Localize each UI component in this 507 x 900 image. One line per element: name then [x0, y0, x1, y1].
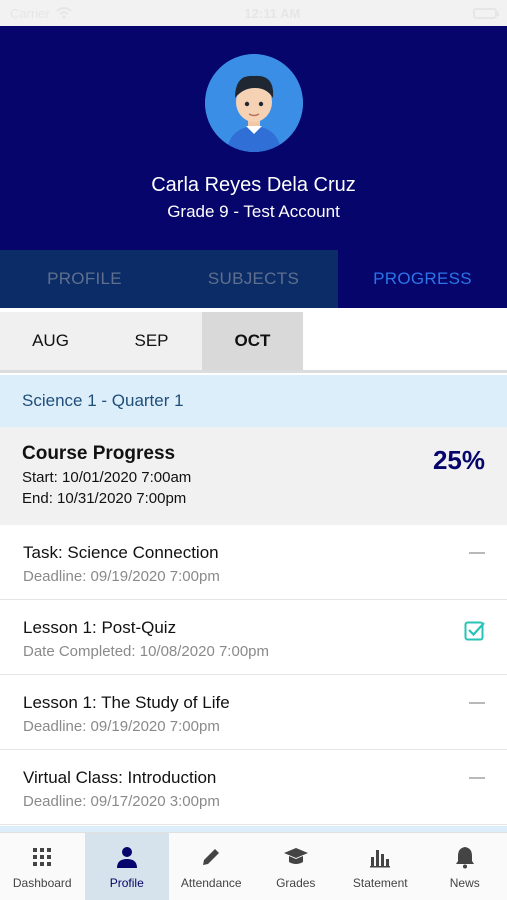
- carrier-label: Carrier: [10, 5, 50, 21]
- month-selector: AUG SEP OCT: [0, 312, 507, 370]
- user-name: Carla Reyes Dela Cruz: [151, 174, 356, 196]
- nav-label: Grades: [276, 875, 316, 890]
- task-deadline: Deadline: 09/17/2020 3:00pm: [23, 793, 220, 810]
- nav-dashboard[interactable]: Dashboard: [0, 833, 85, 900]
- profile-tabs: PROFILE SUBJECTS PROGRESS: [0, 250, 507, 308]
- dash-icon: [469, 777, 485, 779]
- graduation-cap-icon: [283, 844, 309, 870]
- nav-label: Attendance: [180, 875, 242, 890]
- task-deadline: Deadline: 09/19/2020 7:00pm: [23, 568, 220, 585]
- nav-label: Profile: [109, 875, 144, 890]
- month-oct[interactable]: OCT: [202, 312, 303, 370]
- nav-grades[interactable]: Grades: [254, 833, 339, 900]
- month-sep[interactable]: SEP: [101, 312, 202, 370]
- profile-header: Carla Reyes Dela Cruz Grade 9 - Test Acc…: [0, 26, 507, 250]
- bar-chart-icon: [367, 844, 393, 870]
- person-icon: [114, 844, 140, 870]
- task-title: Task: Science Connection: [23, 543, 219, 562]
- course-progress-percent: 25%: [432, 445, 485, 475]
- checked-box-icon: [464, 621, 485, 641]
- task-title: Lesson 1: Post-Quiz: [23, 618, 177, 637]
- list-item[interactable]: Task: Science Connection Deadline: 09/19…: [0, 525, 507, 600]
- dash-icon: [469, 552, 485, 554]
- status-bar: Carrier 12:11 AM: [0, 0, 507, 26]
- battery-icon: [473, 7, 499, 19]
- wifi-icon: [56, 7, 72, 19]
- pencil-icon: [198, 844, 224, 870]
- nav-profile[interactable]: Profile: [84, 833, 169, 900]
- boy-avatar-icon: [205, 54, 303, 152]
- grid-icon: [29, 844, 55, 870]
- list-item[interactable]: Lesson 1: The Study of Life Deadline: 09…: [0, 675, 507, 750]
- tab-progress[interactable]: PROGRESS: [338, 250, 507, 308]
- task-completed-date: Date Completed: 10/08/2020 7:00pm: [23, 643, 269, 660]
- task-deadline: Deadline: 09/19/2020 7:00pm: [23, 718, 220, 735]
- course-progress-card: Course Progress Start: 10/01/2020 7:00am…: [0, 427, 507, 525]
- task-title: Virtual Class: Introduction: [23, 768, 217, 787]
- divider: [0, 370, 507, 373]
- avatar: [205, 54, 303, 152]
- task-title: Lesson 1: The Study of Life: [23, 693, 230, 712]
- course-progress-title: Course Progress: [22, 443, 176, 464]
- tab-profile[interactable]: PROFILE: [0, 250, 169, 308]
- task-list: Task: Science Connection Deadline: 09/19…: [0, 525, 507, 825]
- tab-subjects[interactable]: SUBJECTS: [169, 250, 338, 308]
- course-start-date: Start: 10/01/2020 7:00am: [22, 469, 192, 486]
- course-end-date: End: 10/31/2020 7:00pm: [22, 490, 187, 507]
- nav-label: News: [449, 875, 480, 890]
- list-item[interactable]: Lesson 1: Post-Quiz Date Completed: 10/0…: [0, 600, 507, 675]
- dash-icon: [469, 702, 485, 704]
- bottom-nav: Dashboard Profile Attendance Grades Stat…: [0, 832, 507, 900]
- subject-section-header[interactable]: Science 1 - Quarter 1: [0, 375, 507, 427]
- month-aug[interactable]: AUG: [0, 312, 101, 370]
- status-time: 12:11 AM: [244, 5, 301, 21]
- bell-icon: [452, 844, 478, 870]
- nav-statement[interactable]: Statement: [338, 833, 423, 900]
- user-grade: Grade 9 - Test Account: [167, 202, 340, 221]
- nav-label: Statement: [352, 875, 408, 890]
- nav-label: Dashboard: [12, 875, 72, 890]
- status-left: Carrier: [10, 6, 72, 21]
- list-item[interactable]: Virtual Class: Introduction Deadline: 09…: [0, 750, 507, 825]
- nav-news[interactable]: News: [423, 833, 507, 900]
- nav-attendance[interactable]: Attendance: [169, 833, 254, 900]
